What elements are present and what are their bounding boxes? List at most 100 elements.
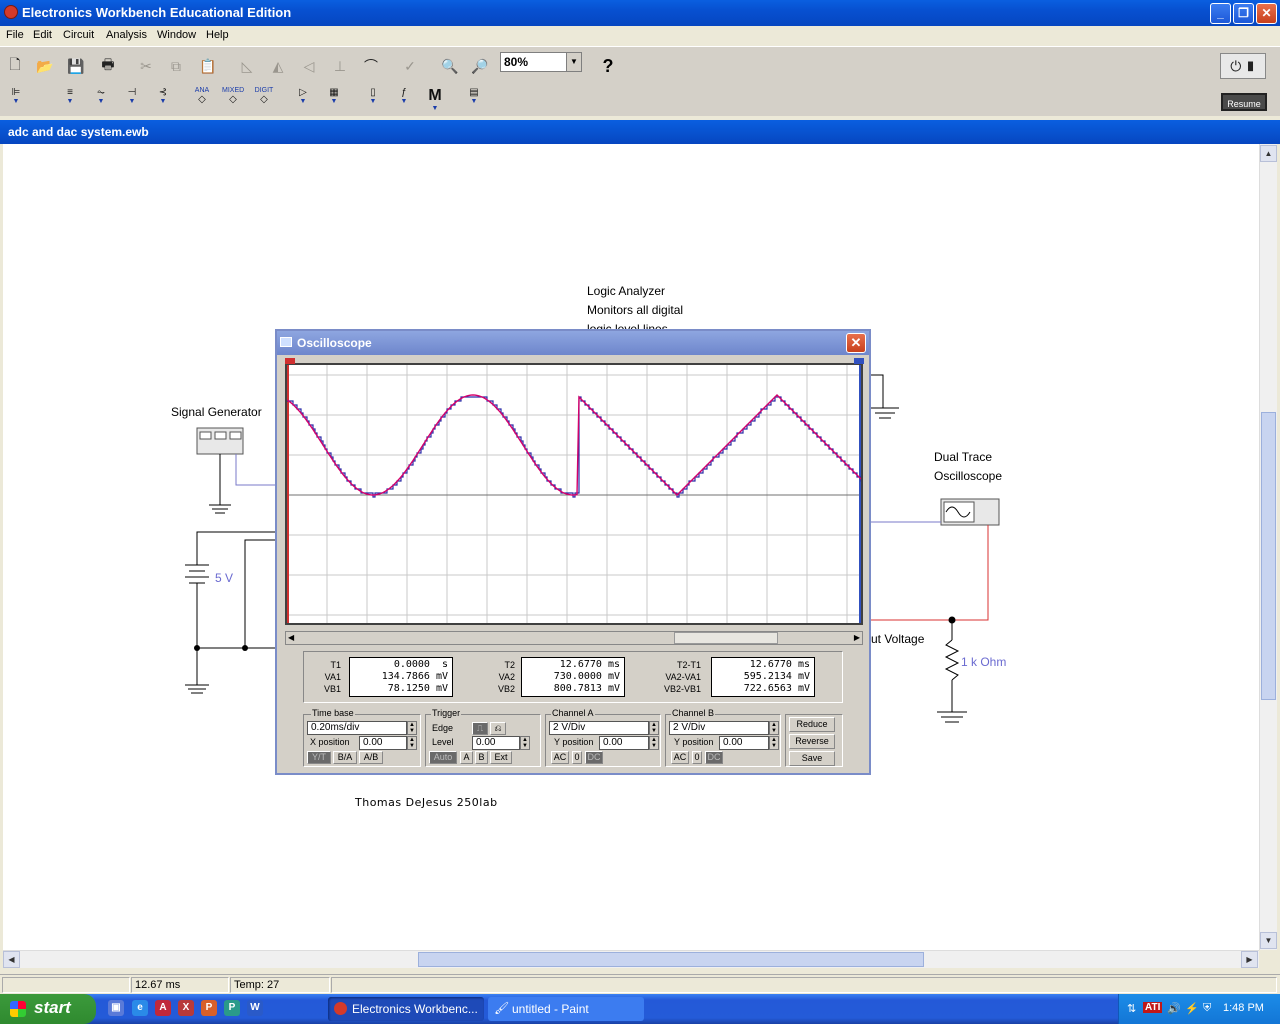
scroll-left-icon[interactable]: ◀ bbox=[3, 951, 20, 968]
channel-b-ac-button[interactable]: AC bbox=[671, 751, 689, 764]
channel-a-trace bbox=[286, 394, 862, 496]
vertical-scroll-thumb[interactable] bbox=[1261, 412, 1276, 700]
output-voltage-label: ut Voltage bbox=[871, 632, 925, 646]
audio-icon[interactable]: 🔊 bbox=[1167, 1002, 1181, 1015]
screen-scroll-left-icon[interactable]: ◀ bbox=[288, 633, 294, 642]
word-icon[interactable]: W bbox=[247, 1000, 263, 1016]
powerpoint-icon[interactable]: P bbox=[201, 1000, 217, 1016]
paint-task-icon: 🖌 bbox=[494, 1001, 510, 1015]
channel-a-label: Channel A bbox=[551, 708, 595, 718]
publisher-icon[interactable]: P bbox=[224, 1000, 240, 1016]
ati-icon[interactable]: ATI bbox=[1143, 1002, 1163, 1013]
channel-b-scale-select[interactable]: 2 V/Div bbox=[669, 721, 769, 735]
screen-scroll-thumb[interactable] bbox=[674, 632, 778, 644]
channel-a-scale-spinner[interactable]: ▲ ▼ bbox=[649, 721, 659, 735]
clock: 1:48 PM bbox=[1223, 1002, 1264, 1014]
channel-a-ypos-input[interactable]: 0.00 bbox=[599, 736, 649, 750]
trigger-ext-button[interactable]: Ext bbox=[490, 751, 512, 764]
start-button[interactable]: start bbox=[0, 994, 96, 1024]
windows-logo-icon bbox=[10, 1001, 26, 1017]
window-icon bbox=[280, 337, 292, 347]
excel-icon[interactable]: X bbox=[178, 1000, 194, 1016]
t2-labels: T2 VA2 VB2 bbox=[481, 659, 515, 695]
vertical-scrollbar[interactable]: ▲ ▼ bbox=[1259, 144, 1277, 950]
workbench-task-icon bbox=[334, 1002, 347, 1015]
trigger-level-input[interactable]: 0.00 bbox=[472, 736, 520, 750]
task-paint[interactable]: 🖌 untitled - Paint bbox=[488, 997, 644, 1021]
va2-value: 730.0000 mV bbox=[553, 671, 620, 682]
scroll-up-icon[interactable]: ▲ bbox=[1260, 145, 1277, 162]
ba-mode-button[interactable]: B/A bbox=[333, 751, 357, 764]
rising-edge-icon[interactable]: ⎍ bbox=[472, 722, 488, 735]
channel-b-ypos-label: Y position bbox=[673, 737, 715, 747]
signal-generator-label: Signal Generator bbox=[171, 405, 262, 419]
save-button[interactable]: Save bbox=[789, 751, 835, 766]
access-icon[interactable]: A bbox=[155, 1000, 171, 1016]
status-temp: Temp: 27 bbox=[230, 977, 330, 993]
va2-va1-value: 595.2134 mV bbox=[743, 671, 810, 682]
start-label: start bbox=[34, 998, 71, 1017]
diff-readout: 12.6770 ms 595.2134 mV 722.6563 mV bbox=[711, 657, 815, 697]
logic-analyzer-label-2: Monitors all digital bbox=[587, 303, 684, 317]
channel-b-dc-button[interactable]: DC bbox=[705, 751, 723, 764]
trigger-level-spinner[interactable]: ▲ ▼ bbox=[520, 736, 530, 750]
safely-remove-icon[interactable]: ⚡ bbox=[1185, 1002, 1199, 1015]
channel-b-ground-button[interactable]: 0 bbox=[692, 751, 702, 764]
screen-scrollbar[interactable]: ◀ ▶ bbox=[285, 631, 863, 645]
horizontal-scroll-thumb[interactable] bbox=[418, 952, 924, 967]
channel-b-ypos-spinner[interactable]: ▲ ▼ bbox=[769, 736, 779, 750]
security-icon[interactable]: ⛨ bbox=[1203, 1002, 1211, 1015]
channel-b-ypos-input[interactable]: 0.00 bbox=[719, 736, 769, 750]
oscilloscope-window: Oscilloscope ✕ ◀ ▶ T1 VA1 VB1 0.0000 s 134.… bbox=[275, 329, 871, 775]
scroll-right-icon[interactable]: ▶ bbox=[1241, 951, 1258, 968]
oscilloscope-title-bar[interactable]: Oscilloscope ✕ bbox=[277, 331, 869, 355]
channel-b-label: Channel B bbox=[671, 708, 716, 718]
edge-label: Edge bbox=[431, 723, 455, 733]
trigger-a-button[interactable]: A bbox=[460, 751, 473, 764]
oscilloscope-screen[interactable] bbox=[285, 363, 863, 625]
trigger-label: Trigger bbox=[431, 708, 462, 718]
channel-a-ypos-spinner[interactable]: ▲ ▼ bbox=[649, 736, 659, 750]
xpos-spinner[interactable]: ▲ ▼ bbox=[407, 736, 417, 750]
t2-label: T2 bbox=[504, 660, 515, 670]
cursor-1-marker[interactable] bbox=[285, 358, 295, 364]
t2-readout: 12.6770 ms 730.0000 mV 800.7813 mV bbox=[521, 657, 625, 697]
vb2-vb1-label: VB2-VB1 bbox=[663, 684, 701, 694]
task-electronics-workbench[interactable]: Electronics Workbenc... bbox=[328, 997, 484, 1021]
vb2-label: VB2 bbox=[497, 684, 515, 694]
t1-label: T1 bbox=[330, 660, 341, 670]
network-icon[interactable]: ⇅ bbox=[1127, 1002, 1136, 1015]
channel-b-scale-spinner[interactable]: ▲ ▼ bbox=[769, 721, 779, 735]
timebase-select[interactable]: 0.20ms/div bbox=[307, 721, 407, 735]
author-label: Thomas DeJesus 250lab bbox=[355, 796, 498, 809]
oscilloscope-graph bbox=[286, 365, 863, 623]
trigger-auto-button[interactable]: Auto bbox=[429, 751, 457, 764]
channel-a-dc-button[interactable]: DC bbox=[585, 751, 603, 764]
xpos-input[interactable]: 0.00 bbox=[359, 736, 407, 750]
channel-a-ac-button[interactable]: AC bbox=[551, 751, 569, 764]
channel-a-ground-button[interactable]: 0 bbox=[572, 751, 582, 764]
timebase-spinner[interactable]: ▲ ▼ bbox=[407, 721, 417, 735]
oscilloscope-title: Oscilloscope bbox=[297, 336, 372, 350]
va2-label: VA2 bbox=[498, 672, 515, 682]
ab-mode-button[interactable]: A/B bbox=[359, 751, 383, 764]
t2-t1-value: 12.6770 ms bbox=[749, 659, 810, 670]
screen-scroll-right-icon[interactable]: ▶ bbox=[854, 633, 860, 642]
reverse-button[interactable]: Reverse bbox=[789, 734, 835, 749]
scroll-down-icon[interactable]: ▼ bbox=[1260, 932, 1277, 949]
show-desktop-icon[interactable]: ▣ bbox=[108, 1000, 124, 1016]
yt-mode-button[interactable]: Y/T bbox=[307, 751, 331, 764]
trigger-b-button[interactable]: B bbox=[475, 751, 488, 764]
internet-explorer-icon[interactable]: e bbox=[132, 1000, 148, 1016]
status-bar: 12.67 ms Temp: 27 bbox=[0, 974, 1280, 994]
t1-value: 0.0000 s bbox=[393, 659, 448, 670]
falling-edge-icon[interactable]: ⎌ bbox=[490, 722, 506, 735]
cursor-2-marker[interactable] bbox=[854, 358, 864, 364]
horizontal-scrollbar[interactable]: ◀ ▶ bbox=[3, 950, 1259, 968]
status-time: 12.67 ms bbox=[131, 977, 229, 993]
reduce-button[interactable]: Reduce bbox=[789, 717, 835, 732]
logic-analyzer-label-1: Logic Analyzer bbox=[587, 284, 666, 298]
t2-t1-label: T2-T1 bbox=[676, 660, 701, 670]
oscilloscope-close-button[interactable]: ✕ bbox=[846, 333, 866, 353]
channel-a-scale-select[interactable]: 2 V/Div bbox=[549, 721, 649, 735]
